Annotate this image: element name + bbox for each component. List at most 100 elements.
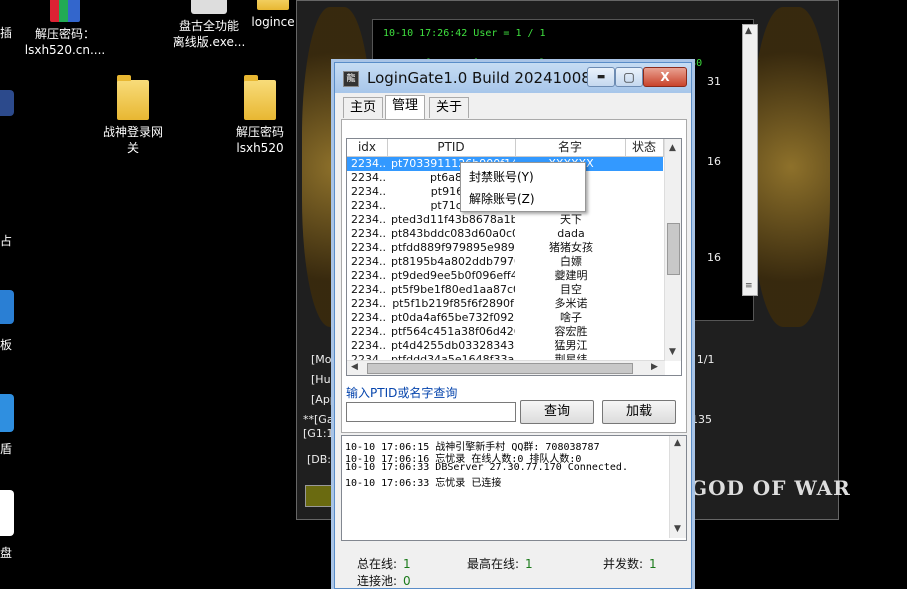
concurrency: 并发数: 1	[603, 555, 657, 572]
horizontal-scrollbar[interactable]: ◀ ▶	[347, 360, 665, 375]
cell-ptid: ptf564c451a38f06d426	[391, 325, 515, 338]
scroll-thumb[interactable]	[667, 223, 680, 275]
game-console-scrollbar[interactable]: ▲ ≡	[742, 24, 758, 296]
table-row[interactable]: 2234... pt9ded9ee5b0f096eff4 夔建明	[347, 269, 663, 283]
table-row[interactable]: 2234... pt843bddc083d60a0c03 dada	[347, 227, 663, 241]
column-header-status[interactable]: 状态	[625, 139, 664, 156]
max-online: 最高在线: 1	[467, 555, 533, 572]
cell-ptid: pted3d11f43b8678a1b2	[391, 213, 515, 226]
desktop-icon-archive-folder[interactable]: 解压密码 lsxh520	[222, 75, 298, 156]
tab-manage[interactable]: 管理	[385, 95, 426, 119]
connection-pool: 连接池: 0	[357, 572, 411, 589]
query-button[interactable]: 查询	[520, 400, 594, 424]
connection-pool-label: 连接池:	[357, 574, 398, 588]
log-line: 10-10 17:06:33 DBServer 27.30.77.170 Con…	[345, 462, 628, 473]
vertical-scrollbar[interactable]: ▲ ▼	[664, 139, 681, 361]
log-line: 10-10 17:06:33 忘忧录 已连接	[345, 478, 502, 489]
app-icon: 龍	[343, 71, 359, 87]
scroll-up-icon[interactable]: ▲	[674, 438, 681, 448]
column-header-ptid[interactable]: PTID	[387, 139, 516, 156]
search-input[interactable]	[346, 402, 516, 422]
max-online-label: 最高在线:	[467, 557, 520, 571]
scroll-up-icon[interactable]: ▲	[669, 143, 676, 153]
cell-name: dada	[557, 227, 585, 240]
desktop-icon-archive[interactable]: 解压密码： lsxh520.cn....	[10, 0, 120, 58]
cell-name: 夔建明	[554, 269, 588, 282]
cell-ptid: pt4d4255db03328343a5	[391, 339, 515, 352]
cell-ptid: pt8195b4a802ddb7970a	[391, 255, 515, 268]
menu-item-unban-account[interactable]: 解除账号(Z)	[461, 188, 585, 210]
table-row[interactable]: 2234... pt4d4255db03328343a5 猛男江	[347, 339, 663, 353]
total-online: 总在线: 1	[357, 555, 411, 572]
tab-home[interactable]: 主页	[343, 97, 384, 118]
cell-name: 多米诺	[554, 297, 588, 310]
table-row[interactable]: 2234... pt8195b4a802ddb7970a 白嫖	[347, 255, 663, 269]
folder-icon	[244, 75, 276, 120]
cell-name: 目空	[560, 283, 582, 296]
cell-idx: 2234...	[351, 283, 387, 296]
desktop-icon-login-gateway-folder[interactable]: 战神登录网 关	[78, 75, 188, 156]
cell-name: 天下	[560, 213, 582, 226]
cell-idx: 2234...	[351, 339, 387, 352]
cell-name: 白嫖	[560, 255, 582, 268]
edge-app-icon[interactable]	[0, 394, 14, 432]
edge-label: 板	[0, 338, 13, 352]
close-button[interactable]: X	[643, 67, 687, 87]
scroll-down-icon[interactable]: ▼	[674, 524, 681, 534]
edge-label: 占	[0, 234, 13, 248]
edge-app-icon[interactable]	[0, 290, 14, 324]
load-button[interactable]: 加载	[602, 400, 676, 424]
minimize-button[interactable]: ▬	[587, 67, 615, 87]
status-bar: 总在线: 1 最高在线: 1 并发数: 1 连接池: 0	[335, 543, 691, 588]
desktop-icon-label: 解压密码 lsxh520	[235, 125, 284, 155]
cell-idx: 2234...	[351, 199, 387, 212]
table-row[interactable]: 2234... pt5f9be1f80ed1aa87c0 目空	[347, 283, 663, 297]
cell-idx: 2234...	[351, 311, 387, 324]
side-number: 16	[707, 155, 721, 168]
table-row[interactable]: 2234... pt0da4af65be732f0921 啥子	[347, 311, 663, 325]
table-row[interactable]: 2234... ptfdd889f979895e9892 猪猪女孩	[347, 241, 663, 255]
scroll-right-icon[interactable]: ▶	[651, 362, 658, 372]
status-fragment: [G1:1	[303, 427, 334, 440]
logingate-window[interactable]: 龍 LoginGate1.0 Build 20241008 ▬ ▢ X 主页 管…	[334, 62, 692, 589]
cell-idx: 2234...	[351, 297, 387, 310]
total-online-value: 1	[403, 557, 411, 571]
cell-idx: 2234...	[351, 325, 387, 338]
cell-ptid: pt9ded9ee5b0f096eff4	[391, 269, 515, 282]
side-number: 16	[707, 251, 721, 264]
table-row[interactable]: 2234... pt5f1b219f85f6f2890f 多米诺	[347, 297, 663, 311]
table-row[interactable]: 2234... ptf564c451a38f06d426 容宏胜	[347, 325, 663, 339]
edge-label: 盘	[0, 546, 13, 560]
connection-pool-value: 0	[403, 574, 411, 588]
cell-name: 猪猪女孩	[549, 241, 593, 254]
status-fragment: **[Ga	[303, 413, 334, 426]
table-row[interactable]: 2234... pted3d11f43b8678a1b2 天下	[347, 213, 663, 227]
column-header-idx[interactable]: idx	[347, 139, 388, 156]
cell-idx: 2234...	[351, 227, 387, 240]
cell-ptid: ptfdd889f979895e9892	[391, 241, 515, 254]
log-output[interactable]: 10-10 17:06:15 战神引擎新手村 QQ群: 708038787 10…	[341, 435, 687, 541]
cell-idx: 2234...	[351, 241, 387, 254]
status-fragment: [Mor	[311, 353, 337, 366]
scroll-thumb[interactable]	[367, 363, 633, 374]
title-bar[interactable]: 龍 LoginGate1.0 Build 20241008 ▬ ▢ X	[335, 63, 691, 93]
edge-app-icon[interactable]	[0, 490, 14, 536]
window-title: LoginGate1.0 Build 20241008	[367, 69, 591, 87]
concurrency-label: 并发数:	[603, 557, 644, 571]
cell-idx: 2234...	[351, 255, 387, 268]
column-header-name[interactable]: 名字	[515, 139, 626, 156]
menu-item-ban-account[interactable]: 封禁账号(Y)	[461, 166, 585, 188]
tab-about[interactable]: 关于	[429, 97, 470, 118]
maximize-button[interactable]: ▢	[615, 67, 643, 87]
cell-idx: 2234...	[351, 213, 387, 226]
scroll-left-icon[interactable]: ◀	[351, 362, 358, 372]
max-online-value: 1	[525, 557, 533, 571]
folder-icon	[117, 75, 149, 120]
cell-name: 猛男江	[554, 339, 588, 352]
app-icon	[191, 0, 227, 14]
cell-name: 啥子	[560, 311, 582, 324]
edge-app-icon[interactable]	[0, 90, 14, 116]
cell-ptid: pt843bddc083d60a0c03	[391, 227, 515, 240]
log-scrollbar[interactable]: ▲ ▼	[669, 436, 686, 538]
scroll-down-icon[interactable]: ▼	[669, 347, 676, 357]
